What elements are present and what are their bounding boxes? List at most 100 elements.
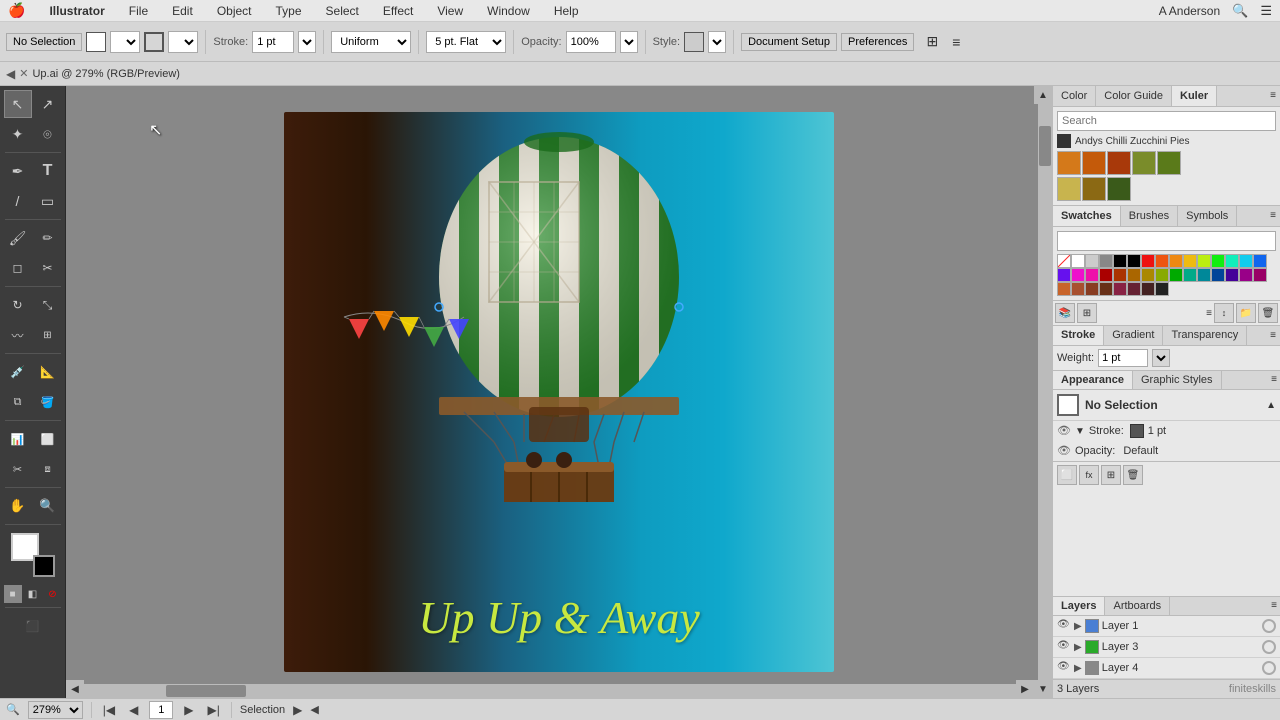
kuler-swatch-2[interactable]: [1082, 151, 1106, 175]
apple-menu[interactable]: 🍎: [8, 2, 25, 19]
appearance-eye-opacity[interactable]: 👁: [1057, 444, 1071, 458]
zoom-tool[interactable]: 🔍: [34, 492, 62, 520]
appearance-fx-icon[interactable]: fx: [1079, 465, 1099, 485]
color-mode-fill[interactable]: ■: [4, 585, 22, 603]
layer-arrow-1[interactable]: ▶: [1074, 621, 1082, 632]
appearance-new-icon[interactable]: ⊞: [1101, 465, 1121, 485]
panel-toggle-icon[interactable]: ◀: [6, 67, 15, 81]
kuler-swatch-3[interactable]: [1107, 151, 1131, 175]
line-tool[interactable]: /: [4, 187, 32, 215]
direct-selection-tool[interactable]: ↗: [34, 90, 62, 118]
column-graph-tool[interactable]: 📊: [4, 425, 32, 453]
tab-brushes[interactable]: Brushes: [1121, 206, 1178, 226]
tab-color-guide[interactable]: Color Guide: [1096, 86, 1172, 106]
swatch-d9[interactable]: [1211, 268, 1225, 282]
scroll-right-btn[interactable]: ▶: [1016, 680, 1034, 698]
nav-next-btn[interactable]: ▶: [181, 703, 196, 717]
eyedropper-tool[interactable]: 💉: [4, 358, 32, 386]
swatch-red[interactable]: [1141, 254, 1155, 268]
swatch-light-gray[interactable]: [1085, 254, 1099, 268]
nav-first-btn[interactable]: |◀: [100, 703, 118, 717]
vertical-scrollbar[interactable]: [1038, 86, 1052, 684]
status-back-arrow[interactable]: ◀: [310, 703, 318, 716]
swatch-e3[interactable]: [1085, 282, 1099, 296]
page-number-input[interactable]: 1: [149, 701, 173, 719]
tab-appearance[interactable]: Appearance: [1053, 371, 1133, 389]
tab-close-icon[interactable]: ✕: [19, 67, 28, 80]
free-transform-tool[interactable]: ⊞: [34, 321, 62, 349]
swatch-e1[interactable]: [1057, 282, 1071, 296]
appearance-scroll-up[interactable]: ▲: [1266, 400, 1276, 411]
pencil-tool[interactable]: ✏: [34, 224, 62, 252]
layers-options-icon[interactable]: ≡: [1268, 597, 1280, 615]
swatch-e7[interactable]: [1141, 282, 1155, 296]
layer-eye-1[interactable]: 👁: [1057, 619, 1071, 633]
swatch-delete-icon[interactable]: 🗑: [1258, 303, 1278, 323]
panel-options-icon[interactable]: ≡: [1266, 86, 1280, 106]
swatches-search-input[interactable]: [1057, 231, 1276, 251]
lasso-tool[interactable]: ⌾: [34, 120, 62, 148]
slice-tool[interactable]: ✂: [4, 455, 32, 483]
layer-target-4[interactable]: [1262, 661, 1276, 675]
layer-row-4[interactable]: 👁 ▶ Layer 4: [1053, 658, 1280, 679]
style-dropdown[interactable]: [708, 31, 726, 53]
tab-artboards[interactable]: Artboards: [1105, 597, 1170, 615]
arrange-icon[interactable]: ⊞: [922, 32, 942, 52]
search-icon[interactable]: 🔍: [1232, 3, 1248, 19]
swatch-options-icon[interactable]: ≡: [1206, 308, 1212, 319]
swatch-white[interactable]: [1071, 254, 1085, 268]
scroll-left-btn[interactable]: ◀: [66, 680, 84, 698]
scroll-up-btn[interactable]: ▲: [1034, 86, 1052, 104]
magic-wand-tool[interactable]: ✦: [4, 120, 32, 148]
layer-row-1[interactable]: 👁 ▶ Layer 1: [1053, 616, 1280, 637]
stroke-weight-dropdown[interactable]: [1152, 349, 1170, 367]
opacity-dropdown[interactable]: [620, 31, 638, 53]
tab-color[interactable]: Color: [1053, 86, 1096, 106]
warp-tool[interactable]: 〰: [4, 321, 32, 349]
layer-arrow-4[interactable]: ▶: [1074, 663, 1082, 674]
fill-dropdown[interactable]: [110, 31, 140, 53]
appearance-arrow-stroke[interactable]: ▼: [1075, 426, 1085, 437]
appearance-fill-swatch[interactable]: [1057, 394, 1079, 416]
swatch-d1[interactable]: [1099, 268, 1113, 282]
layer-target-1[interactable]: [1262, 619, 1276, 633]
swatch-pink[interactable]: [1085, 268, 1099, 282]
scale-tool[interactable]: ⤡: [34, 291, 62, 319]
swatch-orange[interactable]: [1169, 254, 1183, 268]
color-mode-none[interactable]: ⊘: [44, 585, 62, 603]
stroke-weight-dropdown[interactable]: [298, 31, 316, 53]
horizontal-scrollbar[interactable]: [66, 684, 1038, 698]
layer-eye-3[interactable]: 👁: [1057, 640, 1071, 654]
swatch-blue[interactable]: [1253, 254, 1267, 268]
swatches-options-icon[interactable]: ≡: [1266, 206, 1280, 226]
swatch-d8[interactable]: [1197, 268, 1211, 282]
swatch-magenta[interactable]: [1071, 268, 1085, 282]
swatch-folder-icon[interactable]: 📁: [1236, 303, 1256, 323]
kuler-swatch-1[interactable]: [1057, 151, 1081, 175]
swatch-orange-red[interactable]: [1155, 254, 1169, 268]
stroke-color-box[interactable]: [33, 555, 55, 577]
kuler-search-input[interactable]: [1057, 111, 1276, 131]
swatch-d10[interactable]: [1225, 268, 1239, 282]
swatch-d3[interactable]: [1127, 268, 1141, 282]
type-tool[interactable]: T: [34, 157, 62, 185]
swatch-sort-icon[interactable]: ↕: [1214, 303, 1234, 323]
live-paint-tool[interactable]: 🪣: [34, 388, 62, 416]
appearance-thumb-icon[interactable]: ⬜: [1057, 465, 1077, 485]
swatch-registration[interactable]: [1127, 254, 1141, 268]
swatch-d7[interactable]: [1183, 268, 1197, 282]
perspective-grid-tool[interactable]: ⧈: [34, 455, 62, 483]
swatch-e2[interactable]: [1071, 282, 1085, 296]
nav-last-btn[interactable]: ▶|: [205, 703, 223, 717]
fill-swatch[interactable]: [86, 32, 106, 52]
swatch-green[interactable]: [1211, 254, 1225, 268]
scroll-down-btn[interactable]: ▼: [1034, 680, 1052, 698]
artboard-tool[interactable]: ⬜: [34, 425, 62, 453]
stroke-weight-field[interactable]: [1098, 349, 1148, 367]
menu-view[interactable]: View: [433, 2, 467, 20]
swatch-lib-icon[interactable]: 📚: [1055, 303, 1075, 323]
swatch-e5[interactable]: [1113, 282, 1127, 296]
swatch-purple[interactable]: [1057, 268, 1071, 282]
style-swatch[interactable]: [684, 32, 704, 52]
menu-select[interactable]: Select: [322, 2, 363, 20]
